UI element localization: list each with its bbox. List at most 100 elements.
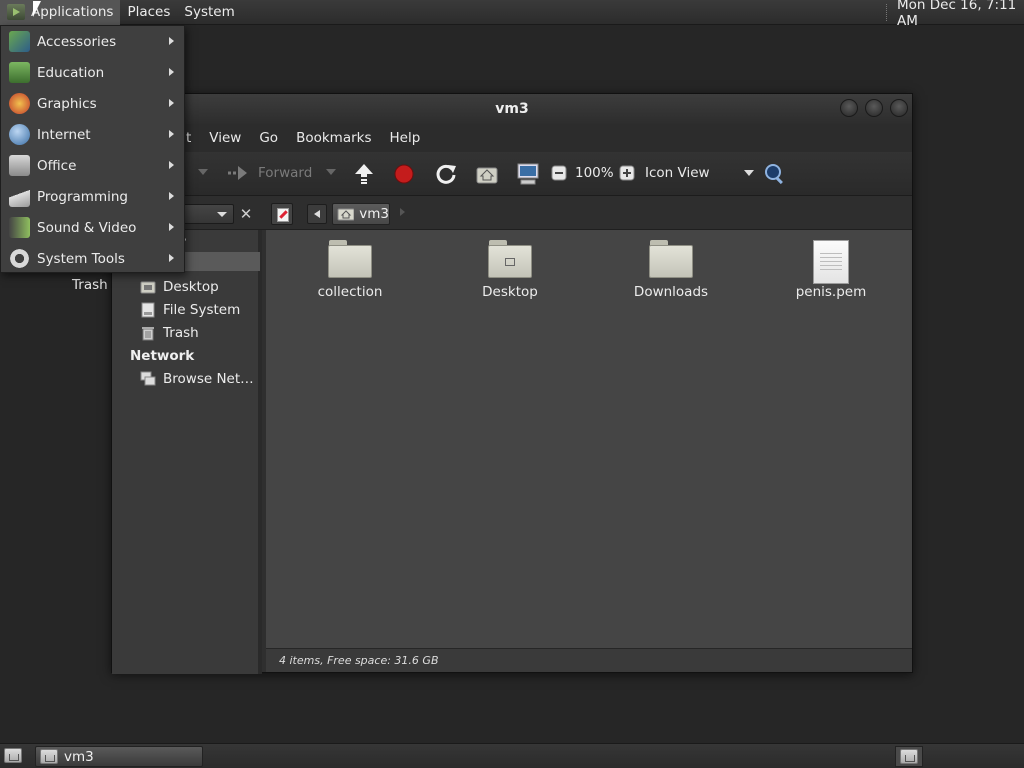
applications-menu-label: Applications	[31, 4, 114, 20]
desktop-trash-label[interactable]: Trash	[72, 277, 108, 293]
file-item-downloads[interactable]: Downloads	[606, 240, 736, 300]
submenu-arrow-icon	[169, 130, 174, 138]
forward-label: Forward	[258, 165, 313, 181]
path-scroll-left-button[interactable]	[307, 204, 327, 224]
menu-item-label: Programming	[37, 188, 128, 205]
panel-separator	[886, 4, 888, 21]
home-folder-icon	[337, 208, 355, 221]
zoom-out-icon	[551, 165, 567, 181]
desktop-icon	[4, 748, 22, 763]
workspace-switcher[interactable]	[895, 746, 923, 767]
window-titlebar[interactable]: vm3	[112, 94, 912, 124]
sidebar-item-trash[interactable]: Trash	[140, 325, 199, 341]
chevron-down-icon	[198, 169, 208, 175]
location-bar: ✕ vm3	[112, 196, 912, 230]
minimize-button[interactable]	[840, 99, 858, 117]
sidebar-item-label: Browse Net…	[163, 371, 254, 387]
places-menu[interactable]: Places	[120, 0, 177, 25]
search-icon	[765, 164, 783, 185]
submenu-arrow-icon	[169, 223, 174, 231]
applications-menu[interactable]: Applications	[0, 0, 121, 25]
sidebar-heading-network: Network	[130, 348, 195, 364]
menu-item-label: Office	[37, 157, 77, 174]
window-title: vm3	[495, 101, 529, 117]
view-mode-select[interactable]: Icon View	[645, 165, 754, 181]
zoom-out-button[interactable]	[551, 165, 567, 181]
submenu-arrow-icon	[169, 254, 174, 262]
zoom-in-button[interactable]	[619, 165, 635, 181]
file-item-penis-pem[interactable]: penis.pem	[766, 240, 896, 300]
forward-button[interactable]: Forward	[226, 164, 312, 182]
folder-icon	[328, 240, 372, 278]
menu-view[interactable]: View	[200, 130, 250, 146]
reload-icon	[436, 164, 456, 184]
view-mode-label: Icon View	[645, 165, 710, 181]
location-edit-button[interactable]	[271, 203, 293, 225]
zoom-level: 100%	[575, 165, 614, 181]
sidebar-item-browse-network[interactable]: Browse Net…	[140, 371, 254, 387]
reload-button[interactable]	[435, 163, 457, 185]
submenu-arrow-icon	[169, 37, 174, 45]
programming-icon	[9, 186, 30, 207]
maximize-button[interactable]	[865, 99, 883, 117]
submenu-arrow-icon	[169, 99, 174, 107]
accessories-icon	[9, 31, 30, 52]
path-scroll-right-button[interactable]	[400, 208, 405, 216]
home-button[interactable]	[476, 164, 498, 184]
menu-item-education[interactable]: Education	[1, 57, 184, 88]
home-folder-icon	[476, 167, 498, 184]
sidebar-close-button[interactable]: ✕	[235, 203, 257, 225]
network-icon	[140, 371, 156, 386]
taskbar-item-label: vm3	[64, 748, 94, 765]
file-manager-window: vm3 t View Go Bookmarks Help Forward 100…	[111, 93, 913, 674]
file-name: collection	[317, 284, 383, 300]
menu-item-label: System Tools	[37, 250, 125, 267]
forward-history-dropdown[interactable]	[326, 169, 336, 175]
forward-arrow-icon	[228, 166, 247, 180]
status-bar: 4 items, Free space: 31.6 GB	[266, 648, 912, 672]
sidebar-item-file-system[interactable]: File System	[140, 302, 240, 318]
zoom-in-icon	[619, 165, 635, 181]
close-button[interactable]	[890, 99, 908, 117]
menu-item-office[interactable]: Office	[1, 150, 184, 181]
menu-item-system-tools[interactable]: System Tools	[1, 243, 184, 274]
back-history-dropdown[interactable]	[198, 169, 208, 175]
menu-item-programming[interactable]: Programming	[1, 181, 184, 212]
menu-go[interactable]: Go	[250, 130, 287, 146]
taskbar-item-vm3[interactable]: vm3	[35, 746, 203, 767]
submenu-arrow-icon	[169, 68, 174, 76]
file-item-desktop[interactable]: Desktop	[445, 240, 575, 300]
search-button[interactable]	[764, 163, 786, 185]
path-crumb-vm3[interactable]: vm3	[332, 203, 390, 225]
menu-item-label: Internet	[37, 126, 91, 143]
toolbar: Forward 100% Icon View	[112, 152, 912, 196]
menu-help[interactable]: Help	[381, 130, 430, 146]
system-menu-label: System	[184, 4, 235, 20]
sidebar-item-desktop[interactable]: Desktop	[140, 279, 219, 295]
desktop-folder-icon	[488, 240, 532, 278]
clock[interactable]: Mon Dec 16, 7:11 AM	[897, 0, 1024, 29]
up-button[interactable]	[354, 163, 374, 185]
computer-icon	[517, 163, 539, 185]
file-view[interactable]: collection Desktop Downloads penis.pem	[266, 230, 912, 648]
system-menu[interactable]: System	[177, 0, 241, 25]
menu-item-graphics[interactable]: Graphics	[1, 88, 184, 119]
home-folder-icon	[40, 749, 58, 764]
file-name: penis.pem	[795, 284, 867, 300]
file-item-collection[interactable]: collection	[285, 240, 415, 300]
mouse-pointer	[33, 1, 41, 17]
stop-button[interactable]	[394, 164, 414, 184]
graphics-icon	[9, 93, 30, 114]
menu-bookmarks[interactable]: Bookmarks	[287, 130, 380, 146]
sound-video-icon	[9, 217, 30, 238]
applications-dropdown: Accessories Education Graphics Internet …	[0, 25, 185, 273]
show-desktop-button[interactable]	[4, 748, 22, 763]
computer-button[interactable]	[516, 162, 540, 186]
applications-icon	[7, 4, 25, 20]
menu-item-internet[interactable]: Internet	[1, 119, 184, 150]
education-icon	[9, 62, 30, 83]
menu-item-accessories[interactable]: Accessories	[1, 26, 184, 57]
menu-item-sound-video[interactable]: Sound & Video	[1, 212, 184, 243]
internet-icon	[9, 124, 30, 145]
menu-item-label: Education	[37, 64, 105, 81]
